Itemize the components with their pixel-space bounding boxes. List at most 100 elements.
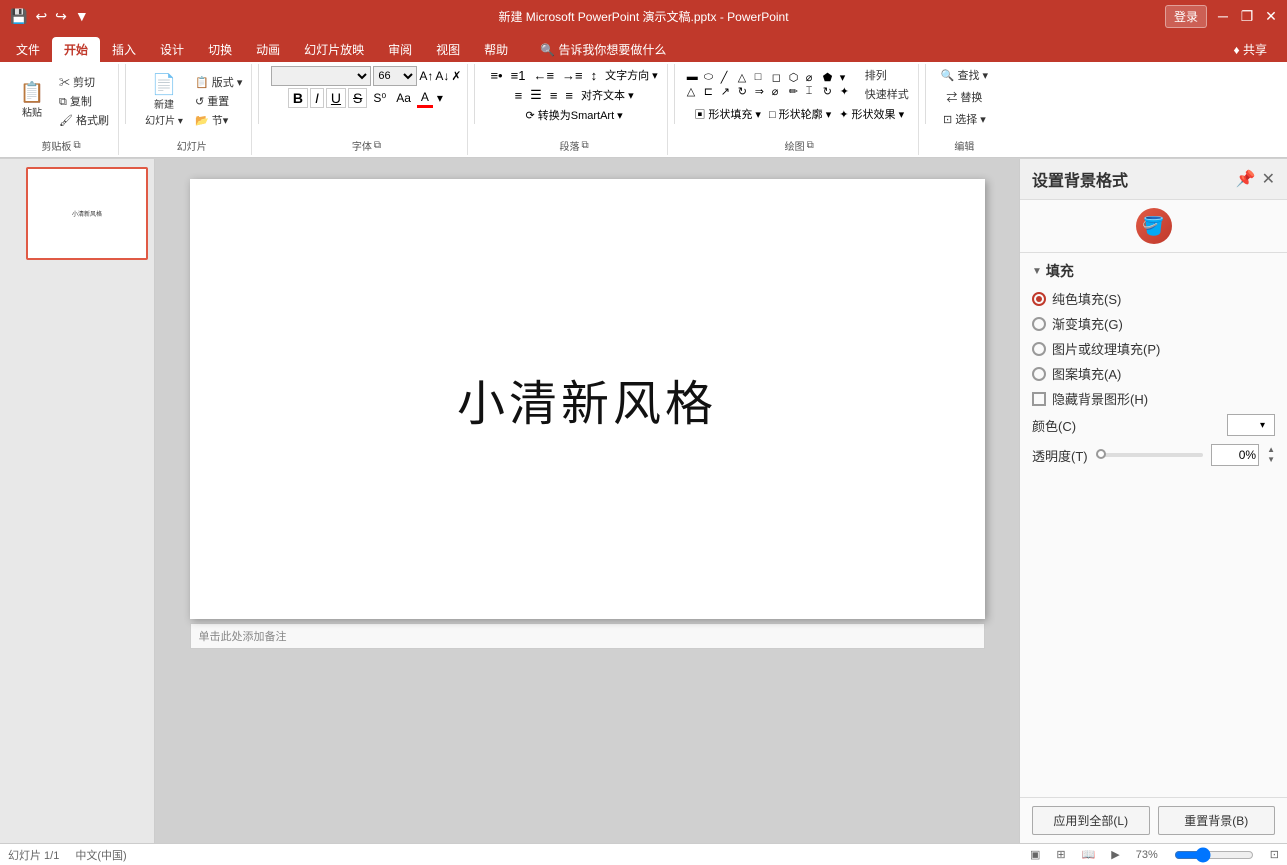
tab-insert[interactable]: 插入 bbox=[100, 37, 148, 62]
quick-styles-button[interactable]: 快速样式 bbox=[862, 85, 912, 103]
apply-all-button[interactable]: 应用到全部(L) bbox=[1032, 806, 1150, 835]
align-left-button[interactable]: ≡ bbox=[512, 87, 526, 104]
shape-icon[interactable]: ↗ bbox=[721, 85, 737, 98]
section-button[interactable]: 📂 节▾ bbox=[192, 111, 245, 129]
transparency-input[interactable] bbox=[1211, 444, 1259, 466]
numbered-list-button[interactable]: ≡1 bbox=[508, 67, 529, 84]
tab-review[interactable]: 审阅 bbox=[376, 37, 424, 62]
shape-icon[interactable]: ⌀ bbox=[772, 85, 788, 98]
italic-button[interactable]: I bbox=[310, 88, 324, 108]
gradient-fill-option[interactable]: 渐变填充(G) bbox=[1032, 314, 1275, 333]
convert-smartart-button[interactable]: ⟳ 转换为SmartArt ▾ bbox=[522, 106, 625, 124]
tab-slideshow[interactable]: 幻灯片放映 bbox=[292, 37, 376, 62]
font-size-select[interactable]: 66 bbox=[373, 66, 417, 86]
layout-button[interactable]: 📋 版式 ▾ bbox=[192, 73, 245, 91]
hide-background-option[interactable]: 隐藏背景图形(H) bbox=[1032, 389, 1275, 408]
shape-icon[interactable]: ▬ bbox=[687, 71, 703, 84]
underline-button[interactable]: U bbox=[326, 88, 346, 108]
tab-search[interactable]: 🔍 告诉我你想要做什么 bbox=[528, 37, 678, 62]
format-paint-button[interactable]: 🖌 格式刷 bbox=[56, 111, 112, 129]
shape-icon[interactable]: ◻ bbox=[772, 71, 788, 84]
increase-indent-button[interactable]: →≡ bbox=[559, 67, 586, 84]
restore-button[interactable]: ❐ bbox=[1239, 8, 1255, 24]
tab-help[interactable]: 帮助 bbox=[472, 37, 520, 62]
copy-button[interactable]: ⧉ 复制 bbox=[56, 92, 112, 110]
hide-background-checkbox[interactable] bbox=[1032, 392, 1046, 406]
panel-pin-button[interactable]: 📌 bbox=[1236, 169, 1256, 189]
font-color-dropdown[interactable]: ▾ bbox=[435, 90, 445, 106]
view-slide-sorter-button[interactable]: ⊞ bbox=[1056, 848, 1065, 861]
font-color-button[interactable]: A bbox=[417, 89, 433, 108]
shape-icon[interactable]: △ bbox=[687, 85, 703, 98]
shape-icon[interactable]: ⌀ bbox=[806, 71, 822, 84]
text-direction-button[interactable]: 文字方向 ▾ bbox=[602, 66, 661, 84]
solid-fill-radio[interactable] bbox=[1032, 292, 1046, 306]
arrange-button[interactable]: 排列 bbox=[862, 66, 912, 84]
view-reading-button[interactable]: 📖 bbox=[1082, 848, 1096, 861]
login-button[interactable]: 登录 bbox=[1165, 5, 1207, 28]
pattern-fill-option[interactable]: 图案填充(A) bbox=[1032, 364, 1275, 383]
panel-close-button[interactable]: ✕ bbox=[1262, 169, 1275, 189]
shape-fill-button[interactable]: ▣ 形状填充 ▾ bbox=[691, 105, 764, 123]
shape-icon[interactable]: ⌶ bbox=[806, 85, 822, 98]
transparency-slider[interactable] bbox=[1096, 453, 1203, 457]
new-slide-button[interactable]: 📄 新建 幻灯片 ▾ bbox=[138, 73, 190, 129]
change-case-button[interactable]: Aa bbox=[392, 90, 415, 106]
slide-canvas[interactable]: 小清新风格 bbox=[190, 179, 985, 619]
solid-fill-option[interactable]: 纯色填充(S) bbox=[1032, 289, 1275, 308]
shape-icon[interactable]: ⬭ bbox=[704, 71, 720, 84]
shape-icon[interactable]: ✦ bbox=[840, 85, 856, 98]
reset-button[interactable]: ↺ 重置 bbox=[192, 92, 245, 110]
more-shapes-button[interactable]: ▾ bbox=[840, 71, 856, 84]
font-name-select[interactable] bbox=[271, 66, 371, 86]
slide-thumbnail[interactable]: 小清新风格 bbox=[26, 167, 148, 260]
shadow-button[interactable]: S⁰ bbox=[369, 90, 390, 106]
view-normal-button[interactable]: ▣ bbox=[1030, 848, 1040, 861]
shape-icon[interactable]: ↻ bbox=[823, 85, 839, 98]
shape-icon[interactable]: ⬡ bbox=[789, 71, 805, 84]
justify-button[interactable]: ≡ bbox=[562, 87, 576, 104]
align-text-button[interactable]: 对齐文本 ▾ bbox=[578, 86, 637, 104]
increase-font-button[interactable]: A↑ bbox=[419, 69, 433, 83]
shape-icon[interactable]: □ bbox=[755, 71, 771, 84]
color-dropdown-icon[interactable]: ▾ bbox=[1258, 420, 1267, 431]
shape-icon[interactable]: ↻ bbox=[738, 85, 754, 98]
center-button[interactable]: ☰ bbox=[527, 86, 545, 104]
paste-button[interactable]: 📋 粘贴 bbox=[10, 81, 54, 121]
minimize-button[interactable]: ─ bbox=[1215, 8, 1231, 24]
shape-icon[interactable]: △ bbox=[738, 71, 754, 84]
bullet-list-button[interactable]: ≡• bbox=[487, 67, 505, 84]
replace-button[interactable]: ⇄ 替换 bbox=[943, 88, 985, 106]
tab-file[interactable]: 文件 bbox=[4, 37, 52, 62]
cut-button[interactable]: ✂ 剪切 bbox=[56, 73, 112, 91]
reset-background-button[interactable]: 重置背景(B) bbox=[1158, 806, 1276, 835]
select-button[interactable]: ⊡ 选择 ▾ bbox=[940, 110, 989, 128]
strikethrough-button[interactable]: S bbox=[348, 88, 367, 108]
redo-icon[interactable]: ↪ bbox=[53, 6, 69, 27]
transparency-up-button[interactable]: ▲ bbox=[1267, 445, 1275, 455]
notes-area[interactable]: 单击此处添加备注 bbox=[190, 623, 985, 649]
tab-animations[interactable]: 动画 bbox=[244, 37, 292, 62]
shape-outline-button[interactable]: □ 形状轮廓 ▾ bbox=[766, 105, 834, 123]
view-slideshow-button[interactable]: ▶ bbox=[1111, 848, 1119, 861]
line-spacing-button[interactable]: ↕ bbox=[588, 67, 601, 84]
fill-section-header[interactable]: ▼ 填充 bbox=[1032, 261, 1275, 281]
tab-design[interactable]: 设计 bbox=[148, 37, 196, 62]
zoom-slider[interactable] bbox=[1174, 847, 1254, 863]
share-button[interactable]: ♦ 共享 bbox=[1222, 37, 1279, 62]
align-right-button[interactable]: ≡ bbox=[547, 87, 561, 104]
gradient-fill-radio[interactable] bbox=[1032, 317, 1046, 331]
decrease-indent-button[interactable]: ←≡ bbox=[530, 67, 557, 84]
close-button[interactable]: ✕ bbox=[1263, 8, 1279, 24]
clear-format-button[interactable]: ✗ bbox=[451, 69, 461, 83]
transparency-down-button[interactable]: ▼ bbox=[1267, 455, 1275, 465]
tab-home[interactable]: 开始 bbox=[52, 37, 100, 62]
picture-fill-radio[interactable] bbox=[1032, 342, 1046, 356]
decrease-font-button[interactable]: A↓ bbox=[435, 69, 449, 83]
tab-transitions[interactable]: 切换 bbox=[196, 37, 244, 62]
color-picker-button[interactable]: ▾ bbox=[1227, 414, 1275, 436]
save-icon[interactable]: 💾 bbox=[8, 6, 29, 27]
fit-page-button[interactable]: ⊡ bbox=[1270, 848, 1279, 861]
bold-button[interactable]: B bbox=[288, 88, 308, 108]
tab-view[interactable]: 视图 bbox=[424, 37, 472, 62]
